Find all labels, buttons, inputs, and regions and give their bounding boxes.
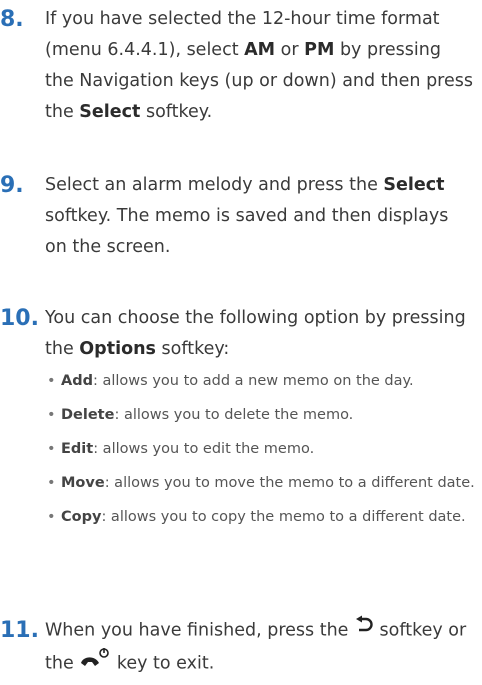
step-10: 10. You can choose the following option … [0,303,482,539]
back-arrow-icon [354,615,374,646]
option-desc: : allows you to edit the memo. [93,441,315,457]
step-text: Select an alarm melody and press the Sel… [45,170,475,263]
emphasis: Select [383,175,445,195]
step-number: 10. [0,306,39,331]
text: When you have finished, press the [45,620,354,641]
step-text: When you have finished, press the softke… [45,615,475,680]
text: softkey. The memo is saved and then disp… [45,206,449,257]
step-intro: You can choose the following option by p… [45,303,475,365]
emphasis: AM [244,40,276,60]
list-item: • Delete: allows you to delete the memo. [45,403,475,428]
text: key to exit. [111,653,215,673]
text: or [275,40,305,60]
list-item: • Edit: allows you to edit the memo. [45,437,475,462]
step-text: If you have selected the 12-hour time fo… [45,4,475,128]
option-desc: : allows you to move the memo to a diffe… [104,475,475,491]
option-term: Add [61,373,93,389]
option-term: Edit [61,441,94,457]
end-power-key-icon [79,647,111,680]
emphasis: PM [304,40,335,60]
bullet: • [47,441,56,457]
emphasis: Select [79,102,141,122]
option-desc: : allows you to add a new memo on the da… [92,373,414,389]
option-desc: : allows you to delete the memo. [114,407,354,423]
option-term: Copy [61,509,102,525]
text: Select an alarm melody and press the [45,175,384,195]
step-9: 9. Select an alarm melody and press the … [0,170,482,263]
emphasis: Options [79,339,156,359]
option-desc: : allows you to copy the memo to a diffe… [101,509,466,525]
step-number: 8. [0,7,24,32]
bullet: • [47,509,56,525]
step-11: 11. When you have finished, press the so… [0,615,482,680]
text: softkey: [155,339,230,359]
option-term: Delete [61,407,115,423]
list-item: • Move: allows you to move the memo to a … [45,471,475,496]
list-item: • Add: allows you to add a new memo on th… [45,369,475,394]
bullet: • [47,475,56,491]
options-list: • Add: allows you to add a new memo on th… [45,369,475,530]
step-8: 8. If you have selected the 12-hour time… [0,4,482,128]
bullet: • [47,407,56,423]
option-term: Move [61,475,105,491]
step-text: You can choose the following option by p… [45,303,475,530]
list-item: • Copy: allows you to copy the memo to a … [45,505,475,530]
step-number: 9. [0,173,24,198]
bullet: • [47,373,56,389]
step-number: 11. [0,618,39,643]
text: softkey. [140,102,213,122]
